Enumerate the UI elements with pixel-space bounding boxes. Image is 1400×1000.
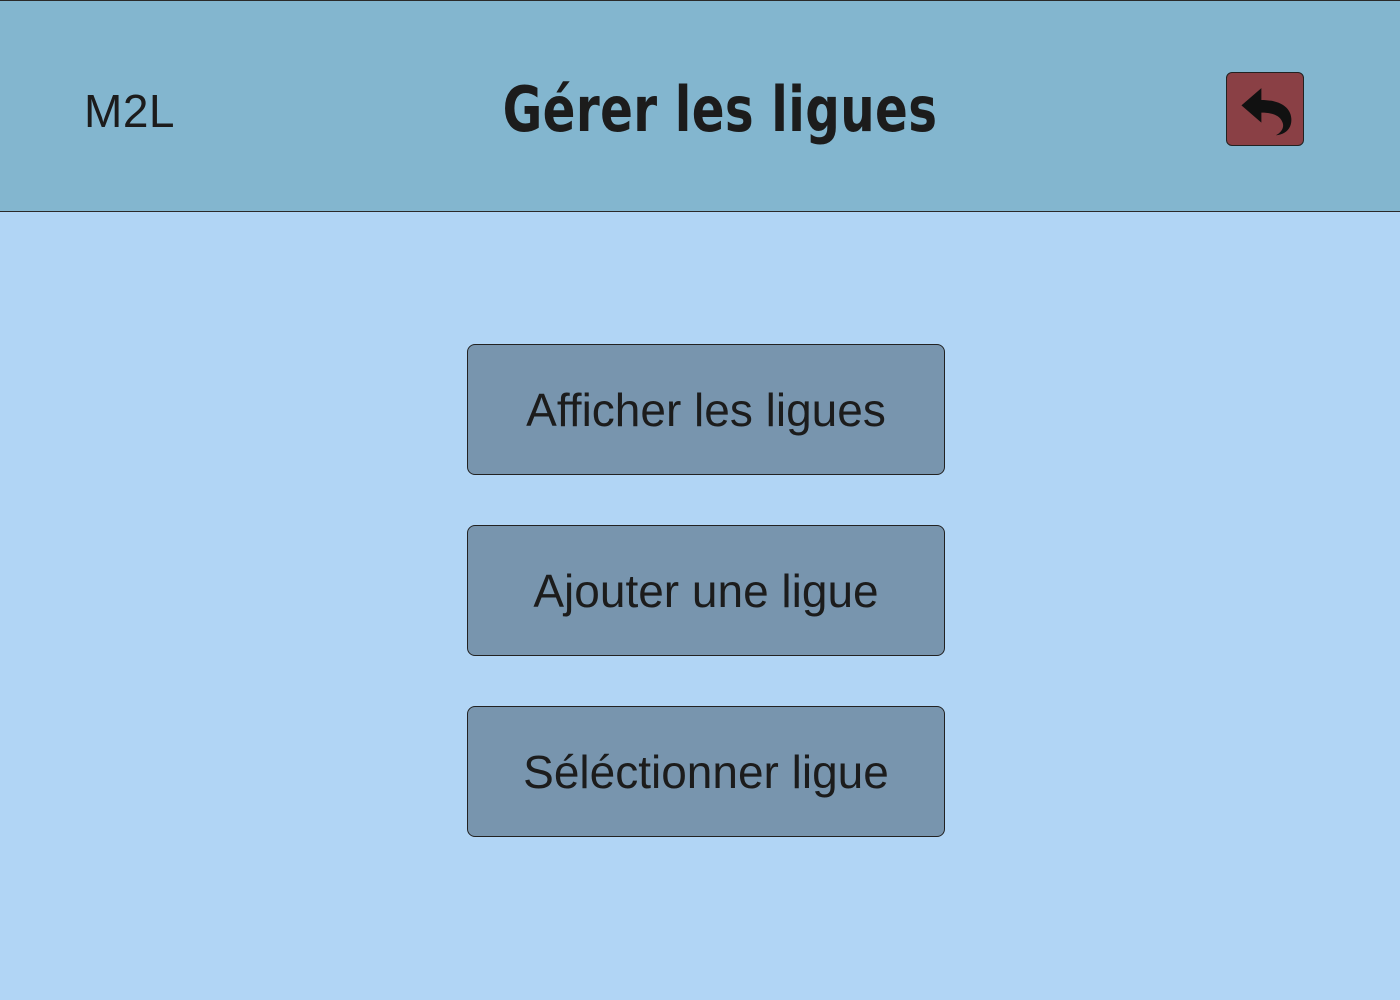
app-header: M2L Gérer les ligues [0,0,1400,212]
page-title: Gérer les ligues [502,73,938,146]
add-league-button[interactable]: Ajouter une ligue [467,525,945,656]
select-league-button[interactable]: Séléctionner ligue [467,706,945,837]
back-button[interactable] [1226,72,1304,146]
undo-arrow-icon [1236,80,1294,138]
show-leagues-button[interactable]: Afficher les ligues [467,344,945,475]
